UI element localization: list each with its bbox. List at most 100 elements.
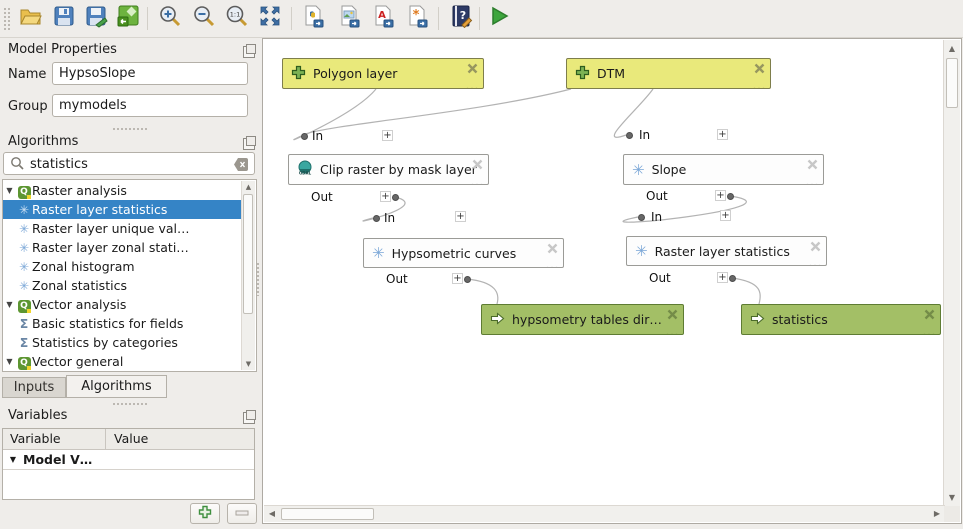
node-options-icon[interactable] bbox=[470, 176, 484, 181]
output-socket[interactable] bbox=[727, 193, 734, 200]
input-socket[interactable] bbox=[301, 133, 308, 140]
output-socket[interactable] bbox=[729, 275, 736, 282]
tree-scrollbar[interactable]: ▲ ▼ bbox=[241, 181, 255, 370]
node-options-icon[interactable] bbox=[805, 176, 819, 181]
tree-item-basic-statistics-for-fields[interactable]: Σ Basic statistics for fields bbox=[3, 314, 243, 333]
node-options-icon[interactable] bbox=[545, 259, 559, 264]
node-options-icon[interactable] bbox=[665, 326, 679, 331]
node-hypsometric-curves[interactable]: ✳ Hypsometric curves bbox=[363, 238, 564, 268]
delete-node-icon[interactable] bbox=[667, 308, 678, 319]
zoom-full-button[interactable] bbox=[256, 4, 284, 32]
toolbar-drag-handle[interactable] bbox=[3, 7, 10, 30]
delete-node-icon[interactable] bbox=[924, 308, 935, 319]
scroll-up-icon[interactable]: ▲ bbox=[944, 41, 960, 56]
delete-node-icon[interactable] bbox=[467, 62, 478, 73]
chevron-down-icon[interactable]: ▼ bbox=[3, 357, 16, 366]
chevron-down-icon[interactable]: ▼ bbox=[3, 186, 16, 195]
float-panel-icon[interactable] bbox=[243, 46, 255, 58]
model-canvas[interactable]: Polygon layer DTM In + GDAL Clip raster … bbox=[262, 38, 962, 524]
tree-item-raster-layer-unique-values[interactable]: ✳ Raster layer unique val… bbox=[3, 219, 243, 238]
expand-outputs-icon[interactable]: + bbox=[452, 273, 463, 284]
input-socket[interactable] bbox=[373, 215, 380, 222]
tree-group-vector-analysis[interactable]: ▼ Q Vector analysis bbox=[3, 295, 243, 314]
expand-inputs-icon[interactable]: + bbox=[455, 211, 466, 222]
export-as-svg-button[interactable]: * bbox=[403, 4, 431, 32]
export-as-image-button[interactable] bbox=[335, 4, 363, 32]
scroll-right-icon[interactable]: ▶ bbox=[930, 506, 944, 521]
tab-inputs[interactable]: Inputs bbox=[2, 377, 66, 398]
node-output-hypsometry-tables[interactable]: hypsometry tables dir… bbox=[481, 304, 684, 335]
model-group-field[interactable] bbox=[52, 94, 248, 117]
output-socket[interactable] bbox=[392, 194, 399, 201]
tree-item-statistics-by-categories[interactable]: Σ Statistics by categories bbox=[3, 333, 243, 352]
node-polygon-layer[interactable]: Polygon layer bbox=[282, 58, 484, 89]
scroll-down-icon[interactable]: ▼ bbox=[242, 358, 255, 370]
splitter-handle[interactable] bbox=[112, 127, 148, 131]
zoom-in-button[interactable] bbox=[156, 4, 184, 32]
node-slope[interactable]: ✳ Slope bbox=[623, 154, 824, 185]
save-model-in-project-button[interactable] bbox=[114, 4, 142, 32]
panel-splitter-handle[interactable] bbox=[256, 262, 260, 296]
port-out-label: Out bbox=[311, 190, 333, 204]
tree-group-vector-general[interactable]: ▼ Q Vector general bbox=[3, 352, 243, 371]
chevron-down-icon[interactable]: ▼ bbox=[3, 300, 16, 309]
tab-algorithms[interactable]: Algorithms bbox=[66, 375, 167, 398]
search-input[interactable] bbox=[28, 154, 232, 175]
node-options-icon[interactable] bbox=[465, 80, 479, 85]
zoom-actual-size-button[interactable]: 1:1 bbox=[223, 4, 251, 32]
search-icon bbox=[10, 156, 25, 175]
delete-node-icon[interactable] bbox=[547, 242, 558, 253]
expand-outputs-icon[interactable]: + bbox=[717, 272, 728, 283]
delete-node-icon[interactable] bbox=[754, 62, 765, 73]
chevron-down-icon[interactable]: ▼ bbox=[3, 455, 23, 464]
delete-node-icon[interactable] bbox=[472, 158, 483, 169]
model-name-field[interactable] bbox=[52, 62, 248, 85]
tree-group-raster-analysis[interactable]: ▼ Q Raster analysis bbox=[3, 181, 243, 200]
expand-outputs-icon[interactable]: + bbox=[715, 190, 726, 201]
remove-variable-button[interactable] bbox=[227, 503, 257, 524]
scroll-down-icon[interactable]: ▼ bbox=[944, 490, 960, 505]
zoom-out-button[interactable] bbox=[190, 4, 218, 32]
output-arrow-icon bbox=[490, 311, 505, 329]
node-output-statistics[interactable]: statistics bbox=[741, 304, 941, 335]
open-model-button[interactable] bbox=[16, 4, 44, 32]
scroll-up-icon[interactable]: ▲ bbox=[242, 181, 255, 193]
expand-inputs-icon[interactable]: + bbox=[382, 130, 393, 141]
tree-item-zonal-statistics[interactable]: ✳ Zonal statistics bbox=[3, 276, 243, 295]
export-as-python-button[interactable] bbox=[299, 4, 327, 32]
node-options-icon[interactable] bbox=[808, 257, 822, 262]
expand-inputs-icon[interactable]: + bbox=[720, 210, 731, 221]
scrollbar-thumb[interactable] bbox=[281, 508, 374, 520]
node-options-icon[interactable] bbox=[752, 80, 766, 85]
edit-model-help-button[interactable]: ? bbox=[447, 4, 475, 32]
scroll-left-icon[interactable]: ◀ bbox=[265, 506, 279, 521]
float-panel-icon[interactable] bbox=[243, 138, 255, 150]
model-variables-row[interactable]: ▼ Model V… bbox=[3, 449, 254, 470]
tree-item-zonal-histogram[interactable]: ✳ Zonal histogram bbox=[3, 257, 243, 276]
node-clip-raster-by-mask-layer[interactable]: GDAL Clip raster by mask layer bbox=[288, 154, 489, 185]
input-socket[interactable] bbox=[638, 214, 645, 221]
expand-inputs-icon[interactable]: + bbox=[717, 129, 728, 140]
splitter-handle[interactable] bbox=[112, 402, 148, 406]
expand-outputs-icon[interactable]: + bbox=[380, 191, 391, 202]
canvas-horizontal-scrollbar[interactable]: ◀ ▶ bbox=[264, 505, 945, 522]
clear-search-icon[interactable] bbox=[234, 157, 249, 176]
tree-item-raster-layer-statistics[interactable]: ✳ Raster layer statistics bbox=[3, 200, 243, 219]
input-socket[interactable] bbox=[626, 132, 633, 139]
node-raster-layer-statistics[interactable]: ✳ Raster layer statistics bbox=[626, 236, 827, 266]
delete-node-icon[interactable] bbox=[810, 240, 821, 251]
save-model-as-button[interactable] bbox=[82, 4, 110, 32]
output-socket[interactable] bbox=[464, 276, 471, 283]
save-model-button[interactable] bbox=[50, 4, 78, 32]
run-model-button[interactable] bbox=[485, 4, 513, 32]
node-dtm[interactable]: DTM bbox=[566, 58, 771, 89]
node-options-icon[interactable] bbox=[922, 326, 936, 331]
export-as-pdf-button[interactable]: A bbox=[369, 4, 397, 32]
tree-item-raster-layer-zonal-statistics[interactable]: ✳ Raster layer zonal stati… bbox=[3, 238, 243, 257]
scrollbar-thumb[interactable] bbox=[946, 58, 958, 108]
scrollbar-thumb[interactable] bbox=[243, 194, 253, 314]
delete-node-icon[interactable] bbox=[807, 158, 818, 169]
float-panel-icon[interactable] bbox=[243, 412, 255, 424]
canvas-vertical-scrollbar[interactable]: ▲ ▼ bbox=[943, 40, 960, 506]
add-variable-button[interactable] bbox=[190, 503, 220, 524]
